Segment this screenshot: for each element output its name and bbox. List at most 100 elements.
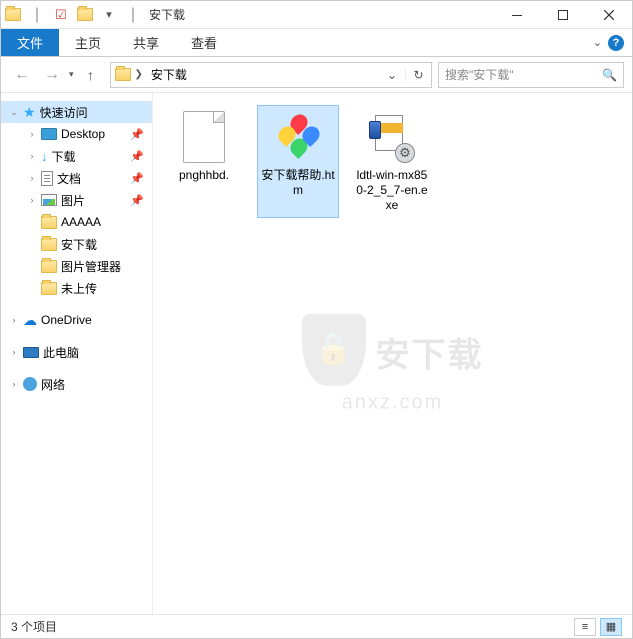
sidebar-item-desktop[interactable]: › Desktop 📌: [1, 123, 152, 145]
address-bar[interactable]: ❯ 安下载 ⌄ ↻: [110, 62, 432, 88]
chevron-down-icon[interactable]: ⌄: [9, 107, 19, 118]
maximize-icon: [558, 10, 568, 20]
view-switcher: ≡ ▦: [574, 618, 622, 636]
pc-icon: [23, 347, 39, 358]
search-input[interactable]: 搜索"安下载" 🔍: [438, 62, 624, 88]
address-row: ← → ▾ ↑ ❯ 安下载 ⌄ ↻ 搜索"安下载" 🔍: [1, 57, 632, 93]
sidebar-item-network[interactable]: › 网络: [1, 373, 152, 395]
chevron-right-icon[interactable]: ›: [9, 379, 19, 389]
sidebar-item-notuploaded[interactable]: 未上传: [1, 277, 152, 299]
tab-file[interactable]: 文件: [1, 29, 59, 56]
nav-buttons: ← → ▾ ↑: [9, 62, 104, 88]
tab-share[interactable]: 共享: [117, 29, 175, 56]
sidebar-item-label: AAAAA: [61, 215, 101, 229]
file-items: pnghhbd. 安下载帮助.htm ⚙ ldtl-win-mx850-2_5_…: [153, 93, 632, 230]
search-placeholder: 搜索"安下载": [445, 66, 514, 83]
qat-properties-button[interactable]: ☑: [49, 4, 73, 26]
sidebar-item-label: Desktop: [61, 127, 105, 141]
chevron-right-icon[interactable]: ›: [27, 151, 37, 161]
body: ⌄ ★ 快速访问 › Desktop 📌 › ↓ 下载 📌 › 文档 📌 › 图…: [1, 93, 632, 614]
sidebar-item-pictures[interactable]: › 图片 📌: [1, 189, 152, 211]
forward-button[interactable]: →: [39, 62, 65, 88]
pin-icon: 📌: [130, 128, 144, 141]
sidebar-item-label: 安下载: [61, 236, 97, 253]
watermark-shield-icon: 🔒: [302, 313, 366, 385]
file-thumb: ⚙: [367, 110, 417, 164]
file-caption: ldtl-win-mx850-2_5_7-en.exe: [354, 168, 430, 213]
desktop-icon: [41, 128, 57, 140]
file-caption: pnghhbd.: [179, 168, 229, 183]
sidebar-item-documents[interactable]: › 文档 📌: [1, 167, 152, 189]
sidebar-item-aaaaa[interactable]: AAAAA: [1, 211, 152, 233]
sidebar-item-label: 快速访问: [40, 104, 88, 121]
network-icon: [23, 377, 37, 391]
sidebar-item-thispc[interactable]: › 此电脑: [1, 341, 152, 363]
quick-access-toolbar: | ☑ ▾ |: [1, 1, 145, 28]
qat-dropdown-icon[interactable]: [73, 4, 97, 26]
breadcrumb-root-icon[interactable]: ❯: [111, 68, 147, 81]
back-button[interactable]: ←: [9, 62, 35, 88]
qat-customize-icon[interactable]: ▾: [97, 4, 121, 26]
sidebar-item-label: 网络: [41, 376, 65, 393]
chevron-right-icon[interactable]: ›: [9, 315, 19, 325]
status-bar: 3 个项目 ≡ ▦: [1, 614, 632, 638]
window-title: 安下载: [149, 6, 185, 23]
watermark-url: anxz.com: [302, 391, 484, 414]
chevron-right-icon[interactable]: ›: [9, 347, 19, 357]
sidebar-quick-access[interactable]: ⌄ ★ 快速访问: [1, 101, 152, 123]
watermark: 🔒 安下载 anxz.com: [302, 313, 484, 414]
help-icon[interactable]: ?: [608, 35, 624, 51]
file-thumb: [179, 110, 229, 164]
sidebar-item-label: 此电脑: [43, 344, 79, 361]
maximize-button[interactable]: [540, 1, 586, 29]
sidebar-item-anxiazai[interactable]: 安下载: [1, 233, 152, 255]
address-dropdown-icon[interactable]: ⌄: [379, 68, 405, 82]
file-caption: 安下载帮助.htm: [260, 168, 336, 198]
folder-icon: [41, 216, 57, 229]
refresh-button[interactable]: ↻: [405, 68, 431, 82]
folder-icon: [41, 238, 57, 251]
nav-sidebar: ⌄ ★ 快速访问 › Desktop 📌 › ↓ 下载 📌 › 文档 📌 › 图…: [1, 93, 153, 614]
minimize-button[interactable]: [494, 1, 540, 29]
file-item[interactable]: pnghhbd.: [163, 105, 245, 218]
close-button[interactable]: [586, 1, 632, 29]
ribbon-collapse-icon[interactable]: ⌄: [593, 36, 602, 49]
sidebar-item-label: 图片管理器: [61, 258, 121, 275]
status-item-count: 3 个项目: [11, 618, 57, 635]
sidebar-item-picmgr[interactable]: 图片管理器: [1, 255, 152, 277]
content-pane[interactable]: pnghhbd. 安下载帮助.htm ⚙ ldtl-win-mx850-2_5_…: [153, 93, 632, 614]
details-view-button[interactable]: ≡: [574, 618, 596, 636]
chevron-right-icon[interactable]: ›: [27, 173, 37, 183]
tab-home[interactable]: 主页: [59, 29, 117, 56]
sidebar-item-onedrive[interactable]: › ☁ OneDrive: [1, 309, 152, 331]
sidebar-item-label: 图片: [61, 192, 85, 209]
folder-icon: [1, 4, 25, 26]
watermark-text: 安下载: [376, 328, 484, 377]
file-item[interactable]: 安下载帮助.htm: [257, 105, 339, 218]
qat-separator: |: [25, 4, 49, 26]
tab-view[interactable]: 查看: [175, 29, 233, 56]
chevron-right-icon[interactable]: ›: [27, 129, 37, 139]
documents-icon: [41, 171, 53, 186]
file-thumb: [273, 110, 323, 164]
sidebar-item-label: 下载: [52, 148, 76, 165]
pin-icon: 📌: [130, 194, 144, 207]
window-controls: [494, 1, 632, 29]
qat-separator: |: [121, 4, 145, 26]
breadcrumb-current[interactable]: 安下载: [147, 66, 191, 83]
icons-view-button[interactable]: ▦: [600, 618, 622, 636]
up-button[interactable]: ↑: [78, 62, 104, 88]
minimize-icon: [512, 15, 522, 16]
folder-icon: [41, 260, 57, 273]
blank-file-icon: [183, 111, 225, 163]
sidebar-item-label: OneDrive: [41, 313, 92, 327]
chevron-right-icon[interactable]: ›: [27, 195, 37, 205]
search-icon: 🔍: [602, 68, 617, 82]
downloads-icon: ↓: [41, 149, 48, 164]
file-item[interactable]: ⚙ ldtl-win-mx850-2_5_7-en.exe: [351, 105, 433, 218]
folder-icon: [41, 282, 57, 295]
close-icon: [604, 10, 614, 20]
star-icon: ★: [23, 104, 36, 121]
history-dropdown-icon[interactable]: ▾: [69, 69, 74, 80]
sidebar-item-downloads[interactable]: › ↓ 下载 📌: [1, 145, 152, 167]
